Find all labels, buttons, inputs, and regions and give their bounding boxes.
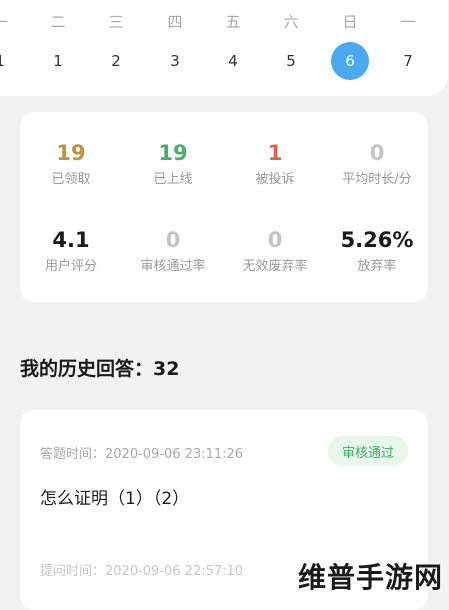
stat-approval-rate: 0 审核通过率 bbox=[122, 227, 224, 275]
date-cell-selected[interactable]: 6 bbox=[331, 42, 369, 80]
stat-label: 平均时长/分 bbox=[342, 172, 412, 187]
stat-complaints: 1 被投诉 bbox=[224, 140, 326, 188]
date-row: 1 1 2 3 4 5 6 7 bbox=[0, 42, 449, 80]
stat-claimed: 19 已领取 bbox=[20, 140, 122, 188]
date-cell[interactable]: 4 bbox=[213, 46, 253, 76]
stat-value: 4.1 bbox=[52, 228, 90, 252]
stat-user-rating: 4.1 用户评分 bbox=[20, 227, 122, 275]
status-badge: 审核通过 bbox=[327, 436, 408, 466]
question-text: 怎么证明（1）（2） bbox=[40, 489, 190, 509]
stat-label: 被投诉 bbox=[255, 172, 295, 187]
stat-label: 已上线 bbox=[153, 172, 193, 187]
stat-value: 0 bbox=[369, 141, 385, 165]
stat-label: 用户评分 bbox=[44, 259, 97, 274]
weekday-label: 三 bbox=[108, 12, 124, 31]
stat-label: 放弃率 bbox=[357, 259, 397, 274]
weekday-label: 二 bbox=[50, 12, 66, 31]
stat-value: 0 bbox=[267, 228, 283, 252]
answer-time: 答题时间：2020-09-06 23:11:26 bbox=[40, 447, 244, 462]
weekday-label: 四 bbox=[167, 12, 183, 31]
stats-card: 19 已领取 19 已上线 1 被投诉 0 平均时长/分 4.1 用户评分 0 … bbox=[20, 112, 428, 302]
stat-invalid-rate: 0 无效废弃率 bbox=[224, 227, 326, 275]
date-cell[interactable]: 1 bbox=[0, 46, 20, 76]
weekday-label: 一 bbox=[400, 12, 416, 31]
date-cell[interactable]: 7 bbox=[388, 46, 428, 76]
weekday-label: 日 bbox=[342, 12, 358, 31]
ask-time: 提问时间：2020-09-06 22:57:10 bbox=[40, 564, 244, 579]
stat-label: 审核通过率 bbox=[140, 259, 206, 274]
weekday-label: 六 bbox=[283, 12, 299, 31]
stat-value: 5.26% bbox=[340, 228, 414, 252]
date-cell[interactable]: 1 bbox=[38, 46, 78, 76]
watermark-logo: 维普手游网 bbox=[297, 561, 443, 594]
date-cell[interactable]: 3 bbox=[155, 46, 195, 76]
stat-value: 19 bbox=[158, 141, 188, 165]
date-cell[interactable]: 5 bbox=[271, 46, 311, 76]
stat-avg-duration: 0 平均时长/分 bbox=[326, 140, 428, 188]
stat-value: 1 bbox=[267, 141, 283, 165]
weekday-label: 五 bbox=[225, 12, 241, 31]
stat-value: 0 bbox=[165, 228, 181, 252]
date-cell[interactable]: 2 bbox=[96, 46, 136, 76]
stat-label: 已领取 bbox=[51, 172, 91, 187]
weekday-label: 一 bbox=[0, 6, 20, 36]
stat-abandon-rate: 5.26% 放弃率 bbox=[326, 227, 428, 275]
history-title: 我的历史回答：32 bbox=[20, 358, 180, 380]
stat-online: 19 已上线 bbox=[122, 140, 224, 188]
weekday-row: 一 二 三 四 五 六 日 一 bbox=[0, 6, 449, 36]
stat-value: 19 bbox=[56, 141, 86, 165]
stat-label: 无效废弃率 bbox=[242, 259, 308, 274]
